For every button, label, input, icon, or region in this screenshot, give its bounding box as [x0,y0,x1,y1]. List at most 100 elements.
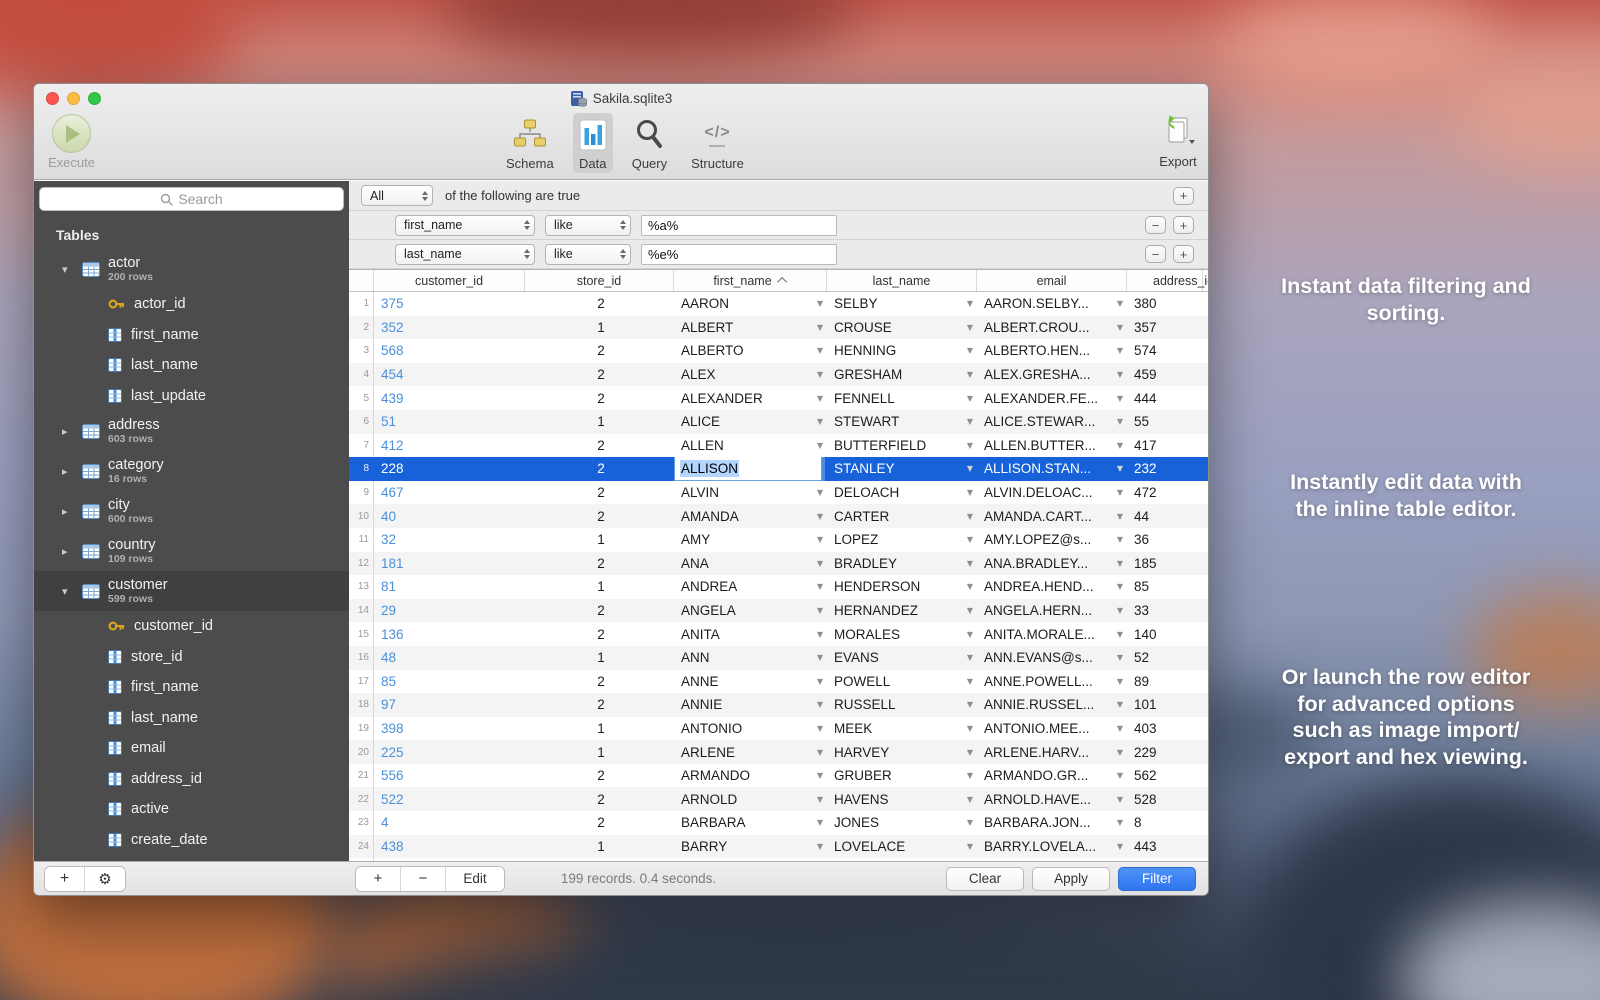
triangle-down-icon[interactable]: ▼ [1117,582,1123,591]
cell-last_name[interactable]: EVANS▼ [827,646,977,670]
triangle-down-icon[interactable]: ▼ [967,653,973,662]
triangle-down-icon[interactable]: ▼ [967,842,973,851]
cell-email[interactable]: BARRY.LOVELA...▼ [977,835,1127,859]
cell-last_name[interactable]: HENNING▼ [827,339,977,363]
triangle-down-icon[interactable]: ▼ [967,512,973,521]
triangle-down-icon[interactable]: ▼ [1117,842,1123,851]
triangle-down-icon[interactable]: ▼ [1117,464,1123,473]
cell-first_name[interactable]: ANTONIO▼ [674,717,827,741]
triangle-down-icon[interactable]: ▼ [1117,630,1123,639]
triangle-down-icon[interactable]: ▼ [817,630,823,639]
cell-last_name[interactable]: HAVENS▼ [827,787,977,811]
table-row[interactable]: 35682ALBERTO▼HENNING▼ALBERTO.HEN...▼574 [349,339,1208,363]
cell-customer_id[interactable]: 85 [374,670,525,694]
cell-address_id[interactable]: 459 [1127,363,1203,387]
cell-last_name[interactable]: RUSSELL▼ [827,693,977,717]
triangle-down-icon[interactable]: ▼ [967,417,973,426]
cell-customer_id[interactable]: 568 [374,339,525,363]
cell-email[interactable]: ALLISON.STAN...▼ [977,457,1127,481]
disclosure-triangle-icon[interactable]: ▸ [62,465,82,478]
cell-customer_id[interactable]: 228 [374,457,525,481]
export-button[interactable]: Export [1158,114,1198,169]
cell-store_id[interactable]: 2 [525,457,674,481]
triangle-down-icon[interactable]: ▼ [817,795,823,804]
column-header-first_name[interactable]: first_name [674,270,827,291]
schema-button[interactable]: Schema [501,113,559,173]
cell-last_name[interactable]: GRUBER▼ [827,764,977,788]
triangle-down-icon[interactable]: ▼ [967,299,973,308]
cell-email[interactable]: ALVIN.DELOAC...▼ [977,481,1127,505]
cell-address_id[interactable]: 8 [1127,811,1203,835]
cell-last_name[interactable]: HENDERSON▼ [827,575,977,599]
add-filter-button[interactable]: + [1173,245,1194,263]
cell-customer_id[interactable]: 467 [374,481,525,505]
cell-customer_id[interactable]: 375 [374,292,525,316]
triangle-down-icon[interactable]: ▼ [1117,653,1123,662]
cell-store_id[interactable]: 2 [525,292,674,316]
triangle-down-icon[interactable]: ▼ [1117,818,1123,827]
cell-store_id[interactable]: 2 [525,552,674,576]
add-filter-button[interactable]: + [1173,187,1194,205]
cell-email[interactable]: AARON.SELBY...▼ [977,292,1127,316]
triangle-down-icon[interactable]: ▼ [967,795,973,804]
cell-email[interactable]: ALLEN.BUTTER...▼ [977,434,1127,458]
triangle-down-icon[interactable]: ▼ [817,818,823,827]
sidebar-table-country[interactable]: ▸country109 rows [34,531,349,571]
cell-customer_id[interactable]: 48 [374,646,525,670]
cell-first_name[interactable]: ANNE▼ [674,670,827,694]
triangle-down-icon[interactable]: ▼ [967,323,973,332]
cell-store_id[interactable]: 1 [525,316,674,340]
cell-email[interactable]: ANDREA.HEND...▼ [977,575,1127,599]
cell-first_name[interactable]: ALBERT▼ [674,316,827,340]
triangle-down-icon[interactable]: ▼ [817,323,823,332]
cell-email[interactable]: ARLENE.HARV...▼ [977,740,1127,764]
triangle-down-icon[interactable]: ▼ [1117,677,1123,686]
triangle-down-icon[interactable]: ▼ [817,559,823,568]
cell-address_id[interactable]: 357 [1127,316,1203,340]
triangle-down-icon[interactable]: ▼ [817,582,823,591]
cell-first_name[interactable]: BARRY▼ [674,835,827,859]
cell-customer_id[interactable]: 225 [374,740,525,764]
cell-address_id[interactable]: 574 [1127,339,1203,363]
sidebar-column-store_id[interactable]: store_id [34,642,349,673]
triangle-down-icon[interactable]: ▼ [1117,323,1123,332]
triangle-down-icon[interactable]: ▼ [817,606,823,615]
disclosure-triangle-icon[interactable]: ▸ [62,505,82,518]
triangle-down-icon[interactable]: ▼ [967,370,973,379]
cell-store_id[interactable]: 2 [525,670,674,694]
remove-filter-button[interactable]: − [1145,216,1166,234]
cell-first_name[interactable]: ALEX▼ [674,363,827,387]
table-row[interactable]: 6511ALICE▼STEWART▼ALICE.STEWAR...▼55 [349,410,1208,434]
table-row[interactable]: 44542ALEX▼GRESHAM▼ALEX.GRESHA...▼459 [349,363,1208,387]
cell-last_name[interactable]: GRESHAM▼ [827,363,977,387]
filter-value-input[interactable] [641,215,837,236]
triangle-down-icon[interactable]: ▼ [1117,795,1123,804]
cell-store_id[interactable]: 2 [525,787,674,811]
cell-first_name[interactable]: ALLEN▼ [674,434,827,458]
filter-operator-select[interactable]: like [545,215,631,236]
table-row[interactable]: 23521ALBERT▼CROUSE▼ALBERT.CROU...▼357 [349,316,1208,340]
inline-cell-editor[interactable]: ALLISON [674,457,822,481]
sidebar-table-address[interactable]: ▸address603 rows [34,411,349,451]
cell-first_name[interactable]: ALVIN▼ [674,481,827,505]
cell-store_id[interactable]: 2 [525,339,674,363]
cell-last_name[interactable]: MEEK▼ [827,717,977,741]
cell-store_id[interactable]: 2 [525,764,674,788]
cell-first_name[interactable]: ANGELA▼ [674,599,827,623]
triangle-down-icon[interactable]: ▼ [1117,346,1123,355]
table-row[interactable]: 94672ALVIN▼DELOACH▼ALVIN.DELOAC...▼472 [349,481,1208,505]
cell-email[interactable]: ANN.EVANS@s...▼ [977,646,1127,670]
disclosure-triangle-icon[interactable]: ▾ [62,263,82,276]
cell-last_name[interactable]: HERNANDEZ▼ [827,599,977,623]
cell-store_id[interactable]: 2 [525,693,674,717]
cell-email[interactable]: AMANDA.CART...▼ [977,504,1127,528]
cell-address_id[interactable]: 140 [1127,622,1203,646]
table-row[interactable]: 121812ANA▼BRADLEY▼ANA.BRADLEY...▼185 [349,552,1208,576]
triangle-down-icon[interactable]: ▼ [1117,724,1123,733]
cell-address_id[interactable]: 229 [1127,740,1203,764]
match-mode-select[interactable]: All [361,185,433,206]
cell-email[interactable]: ALBERTO.HEN...▼ [977,339,1127,363]
triangle-down-icon[interactable]: ▼ [817,771,823,780]
triangle-down-icon[interactable]: ▼ [817,535,823,544]
cell-last_name[interactable]: BUTTERFIELD▼ [827,434,977,458]
